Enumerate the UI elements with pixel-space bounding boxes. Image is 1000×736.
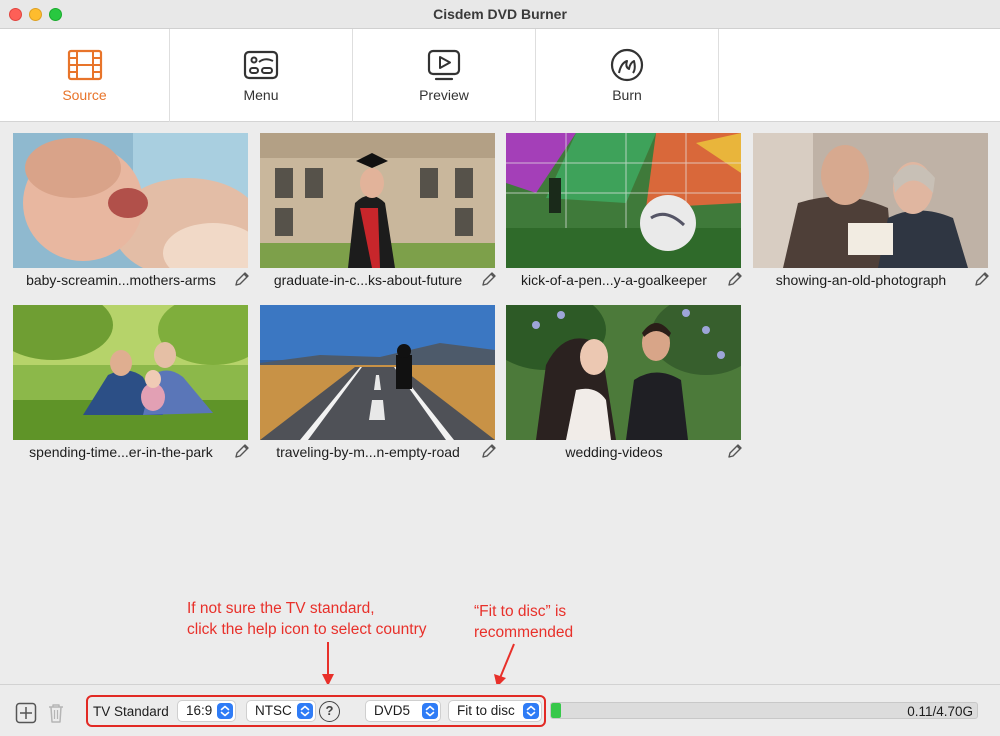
video-thumbnail[interactable] [260, 133, 495, 268]
aspect-ratio-select[interactable]: 16:9 [177, 700, 236, 722]
video-name: baby-screamin...mothers-arms [26, 272, 216, 288]
annotation-line: click the help icon to select country [187, 621, 427, 638]
annotation-arrow [322, 642, 334, 686]
tab-preview-label: Preview [419, 87, 469, 103]
tab-source-label: Source [62, 87, 107, 103]
video-item[interactable]: kick-of-a-pen...y-a-goalkeeper [506, 133, 744, 293]
video-thumbnail[interactable] [13, 133, 248, 268]
video-item[interactable]: graduate-in-c...ks-about-future [260, 133, 498, 293]
annotation-line: “Fit to disc” is [474, 603, 567, 620]
tv-standard-annotation: If not sure the TV standard, click the h… [187, 598, 427, 640]
video-thumbnail[interactable] [260, 305, 495, 440]
video-item[interactable]: wedding-videos [506, 305, 744, 465]
video-name: spending-time...er-in-the-park [29, 444, 213, 460]
tab-preview[interactable]: Preview [353, 29, 536, 122]
stepper-chevrons-icon [422, 703, 438, 719]
video-item[interactable]: spending-time...er-in-the-park [13, 305, 251, 465]
rename-pencil-icon[interactable] [233, 270, 251, 288]
aspect-ratio-value: 16:9 [186, 703, 213, 718]
video-name: graduate-in-c...ks-about-future [273, 272, 463, 288]
disc-type-value: DVD5 [374, 703, 411, 718]
disc-type-select[interactable]: DVD5 [365, 700, 441, 722]
film-strip-icon [67, 49, 102, 81]
annotation-line: recommended [474, 624, 574, 641]
quality-select[interactable]: Fit to disc [448, 700, 542, 722]
video-thumbnail[interactable] [506, 133, 741, 268]
tab-source[interactable]: Source [0, 29, 170, 122]
video-item[interactable]: traveling-by-m...n-empty-road [260, 305, 498, 465]
help-question-icon[interactable]: ? [319, 701, 340, 722]
rename-pencil-icon[interactable] [973, 270, 991, 288]
video-name: wedding-videos [565, 444, 663, 460]
window-title: Cisdem DVD Burner [433, 6, 567, 22]
stepper-chevrons-icon [297, 703, 313, 719]
tv-standard-select[interactable]: NTSC [246, 700, 316, 722]
title-bar: Cisdem DVD Burner [0, 0, 1000, 29]
video-item[interactable]: showing-an-old-photograph [753, 133, 991, 293]
annotation-arrow [494, 643, 515, 687]
disc-burn-icon [610, 48, 644, 82]
stepper-chevrons-icon [217, 703, 233, 719]
add-video-icon[interactable] [15, 702, 37, 724]
tab-burn[interactable]: Burn [536, 29, 719, 122]
stepper-chevrons-icon [523, 703, 539, 719]
rename-pencil-icon[interactable] [726, 270, 744, 288]
disc-usage-text: 0.11/4.70G [907, 704, 973, 719]
video-thumbnail[interactable] [753, 133, 988, 268]
rename-pencil-icon[interactable] [480, 270, 498, 288]
annotation-line: If not sure the TV standard, [187, 600, 375, 617]
fit-to-disc-annotation: “Fit to disc” is recommended [474, 601, 573, 643]
rename-pencil-icon[interactable] [726, 442, 744, 460]
tab-menu-label: Menu [243, 87, 279, 103]
rename-pencil-icon[interactable] [233, 442, 251, 460]
video-thumbnail[interactable] [506, 305, 741, 440]
video-thumbnail[interactable] [13, 305, 248, 440]
play-screen-icon [427, 49, 461, 81]
bottom-toolbar: TV Standard 16:9 NTSC ? DVD5 Fit to disc… [0, 684, 1000, 736]
quality-value: Fit to disc [457, 703, 515, 718]
video-item[interactable]: baby-screamin...mothers-arms [13, 133, 251, 293]
tab-bar: Source Menu Preview Burn [0, 29, 1000, 122]
delete-trash-icon[interactable] [45, 702, 67, 724]
video-name: traveling-by-m...n-empty-road [276, 444, 460, 460]
tab-burn-label: Burn [612, 87, 642, 103]
rename-pencil-icon[interactable] [480, 442, 498, 460]
disc-usage-bar: 0.11/4.70G [550, 702, 978, 719]
disc-usage-fill [551, 703, 561, 718]
video-name: kick-of-a-pen...y-a-goalkeeper [521, 272, 707, 288]
tv-standard-value: NTSC [255, 703, 292, 718]
video-name: showing-an-old-photograph [775, 272, 947, 288]
tv-standard-label: TV Standard [93, 704, 169, 719]
tab-menu[interactable]: Menu [170, 29, 353, 122]
menu-template-icon [243, 50, 279, 80]
